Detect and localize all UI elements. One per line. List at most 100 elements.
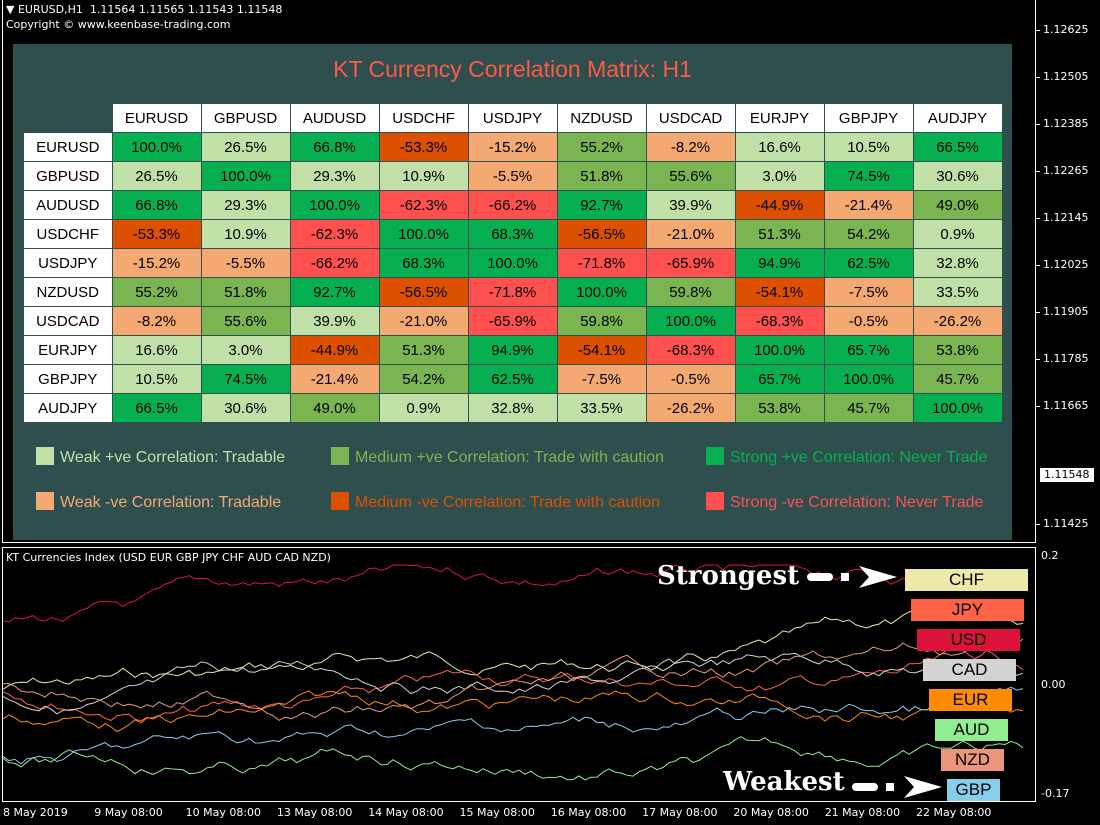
correlation-cell: 55.6% [200, 306, 291, 336]
index-line-chf [3, 604, 1024, 690]
rank-eur: EUR [929, 689, 1012, 711]
correlation-cell: 51.3% [734, 219, 825, 249]
correlation-cell: -65.9% [645, 248, 736, 278]
indicator-axis-top: 0.2 [1041, 549, 1059, 562]
collapse-triangle-icon[interactable]: ▼ [6, 3, 18, 16]
time-tick-label: 10 May 08:00 [185, 806, 262, 819]
correlation-cell: 10.5% [111, 364, 202, 394]
row-header: GBPJPY [23, 364, 113, 394]
row-header: EURUSD [23, 132, 113, 162]
correlation-cell: 32.8% [467, 393, 558, 423]
correlation-cell: 100.0% [289, 190, 380, 220]
correlation-cell: -8.2% [645, 132, 736, 162]
symbol-info: ▼ EURUSD,H1 1.11564 1.11565 1.11543 1.11… [6, 3, 282, 17]
matrix-row: AUDJPY 66.5% 30.6% 49.0% 0.9% 32.8% 33.5% -26.2… [23, 393, 1003, 423]
correlation-cell: 55.2% [556, 132, 647, 162]
correlation-cell: 66.8% [289, 132, 380, 162]
price-tick-label: 1.11665 [1043, 399, 1089, 412]
time-tick-label: 21 May 08:00 [824, 806, 901, 819]
correlation-cell: -62.3% [378, 190, 469, 220]
correlation-cell: 39.9% [289, 306, 380, 336]
column-header: NZDUSD [556, 103, 647, 133]
correlation-matrix-panel: KT Currency Correlation Matrix: H1 EURUS… [13, 44, 1012, 540]
correlation-cell: 100.0% [645, 306, 736, 336]
rank-cad: CAD [923, 659, 1016, 681]
correlation-cell: 66.8% [111, 190, 202, 220]
correlation-cell: 51.8% [200, 277, 291, 307]
matrix-row: NZDUSD 55.2% 51.8% 92.7% -56.5% -71.8% 100.0% 5… [23, 277, 1003, 307]
currency-index-lines [3, 564, 1024, 781]
time-axis[interactable]: 8 May 2019 9 May 08:00 10 May 08:00 13 May … [0, 803, 1100, 825]
price-tick-label: 1.11905 [1043, 305, 1089, 318]
price-tick-label: 1.11785 [1043, 352, 1089, 365]
correlation-cell: 10.5% [823, 132, 914, 162]
correlation-cell: -44.9% [734, 190, 825, 220]
correlation-cell: 51.8% [556, 161, 647, 191]
correlation-cell: 68.3% [467, 219, 558, 249]
legend-swatch [331, 492, 349, 510]
correlation-cell: 65.7% [734, 364, 825, 394]
correlation-cell: 29.3% [289, 161, 380, 191]
price-tick-label: 1.11425 [1043, 517, 1089, 530]
price-axis[interactable]: 1.12625 1.12505 1.12385 1.12265 1.12145 1.120… [1036, 0, 1100, 545]
price-tick-label: 1.12025 [1043, 258, 1089, 271]
correlation-cell: 54.2% [823, 219, 914, 249]
column-header: EURUSD [111, 103, 202, 133]
correlation-cell: 59.8% [645, 277, 736, 307]
correlation-cell: -54.1% [556, 335, 647, 365]
correlation-cell: 45.7% [823, 393, 914, 423]
correlation-cell: -21.0% [378, 306, 469, 336]
correlation-cell: -5.5% [200, 248, 291, 278]
correlation-cell: 62.5% [823, 248, 914, 278]
column-header: AUDUSD [289, 103, 380, 133]
rank-gbp: GBP [947, 779, 1000, 801]
correlation-cell: -8.2% [111, 306, 202, 336]
price-tick-label: 1.12625 [1043, 23, 1089, 36]
strongest-label: Strongest [657, 561, 800, 591]
legend-label: Strong -ve Correlation: Never Trade [730, 494, 984, 511]
correlation-cell: 33.5% [912, 277, 1003, 307]
time-tick-label: 15 May 08:00 [459, 806, 535, 819]
time-tick-label: 20 May 08:00 [733, 806, 809, 819]
matrix-row: EURUSD 100.0% 26.5% 66.8% -53.3% -15.2% 55.2% -… [23, 132, 1003, 162]
weakest-arrow-icon [852, 776, 942, 798]
matrix-title: KT Currency Correlation Matrix: H1 [333, 56, 692, 82]
legend-label: Weak +ve Correlation: Tradable [60, 449, 286, 466]
rank-jpy: JPY [911, 599, 1024, 621]
time-tick-label: 13 May 08:00 [276, 806, 353, 819]
ohlc-values: 1.11564 1.11565 1.11543 1.11548 [89, 3, 283, 16]
column-header: EURJPY [734, 103, 825, 133]
column-header: USDJPY [467, 103, 558, 133]
correlation-cell: 66.5% [912, 132, 1003, 162]
correlation-cell: 0.9% [378, 393, 469, 423]
correlation-cell: -7.5% [556, 364, 647, 394]
legend-swatch [331, 447, 349, 465]
correlation-cell: 100.0% [556, 277, 647, 307]
legend-item: Strong -ve Correlation: Never Trade [706, 492, 983, 512]
correlation-cell: -15.2% [111, 248, 202, 278]
matrix-row: GBPUSD 26.5% 100.0% 29.3% 10.9% -5.5% 51.8% 55.… [23, 161, 1003, 191]
correlation-cell: -26.2% [912, 306, 1003, 336]
column-header: GBPJPY [823, 103, 914, 133]
correlation-cell: 39.9% [645, 190, 736, 220]
correlation-cell: -53.3% [111, 219, 202, 249]
row-header: EURJPY [23, 335, 113, 365]
correlation-cell: -65.9% [467, 306, 558, 336]
copyright-text: Copyright © www.keenbase-trading.com [6, 18, 231, 31]
legend-swatch [36, 492, 54, 510]
correlation-cell: 16.6% [734, 132, 825, 162]
rank-nzd: NZD [941, 749, 1004, 771]
correlation-cell: 92.7% [556, 190, 647, 220]
time-tick-label: 16 May 08:00 [550, 806, 627, 819]
index-line-eur [3, 690, 1024, 733]
correlation-cell: 100.0% [111, 132, 202, 162]
row-header: USDCHF [23, 219, 113, 249]
correlation-cell: 68.3% [378, 248, 469, 278]
legend-item: Weak +ve Correlation: Tradable [36, 447, 285, 467]
correlation-cell: 26.5% [111, 161, 202, 191]
correlation-cell: 100.0% [200, 161, 291, 191]
correlation-cell: 53.8% [734, 393, 825, 423]
symbol-name: EURUSD,H1 [17, 3, 83, 16]
legend-swatch [36, 447, 54, 465]
correlation-table: EURUSD GBPUSD AUDUSD USDCHF USDJPY NZDUSD USDC… [23, 103, 1003, 423]
